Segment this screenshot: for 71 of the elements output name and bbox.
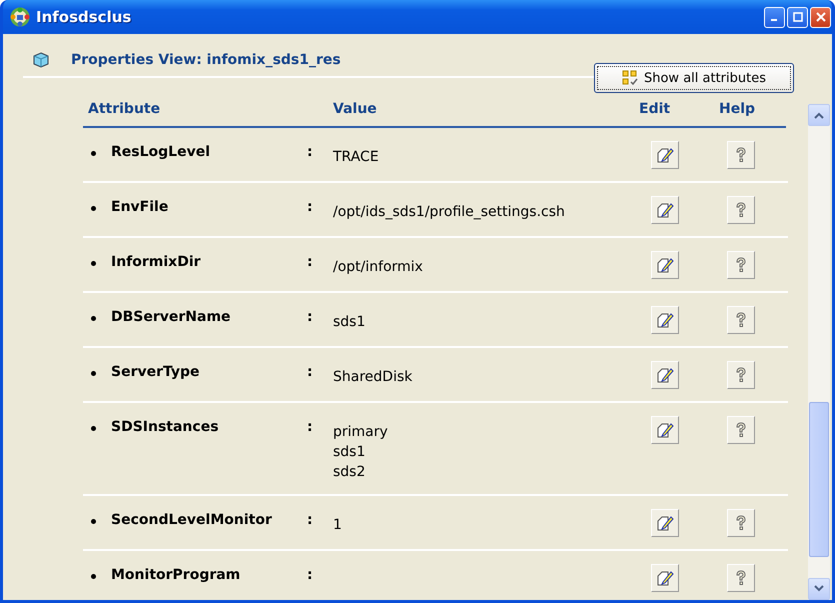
cube-icon: [33, 52, 49, 68]
edit-button[interactable]: [651, 416, 679, 444]
colon-separator: :: [307, 512, 314, 528]
column-header: Value: [333, 101, 378, 117]
show-all-attributes-button[interactable]: Show all attributes: [594, 63, 794, 93]
help-button[interactable]: [727, 416, 755, 444]
bullet-icon: [91, 151, 96, 156]
chevron-up-icon: [814, 111, 824, 119]
scroll-thumb[interactable]: [809, 402, 829, 558]
attribute-value: sds1: [333, 313, 366, 332]
edit-button[interactable]: [651, 306, 679, 334]
column-header: Help: [719, 101, 756, 117]
edit-button[interactable]: [651, 251, 679, 279]
bullet-icon: [91, 426, 96, 431]
help-button[interactable]: [727, 306, 755, 334]
help-button[interactable]: [727, 251, 755, 279]
minimize-icon: [770, 19, 776, 21]
colon-separator: :: [307, 254, 314, 270]
window-title: Infosdsclus: [36, 8, 132, 26]
scroll-up-button[interactable]: [808, 104, 830, 126]
attribute-name: InformixDir: [111, 254, 202, 270]
column-header: Edit: [639, 101, 672, 117]
attribute-name: ResLogLevel: [111, 144, 212, 160]
attribute-name: ServerType: [111, 364, 201, 380]
close-button[interactable]: [810, 6, 831, 28]
attribute-name: EnvFile: [111, 199, 170, 215]
edit-button[interactable]: [651, 361, 679, 389]
scroll-down-button[interactable]: [808, 578, 830, 600]
colon-separator: :: [307, 419, 314, 435]
edit-button[interactable]: [651, 564, 679, 592]
bullet-icon: [91, 316, 96, 321]
attribute-value: sds1: [333, 443, 366, 462]
colon-separator: :: [307, 364, 314, 380]
edit-button[interactable]: [651, 141, 679, 169]
grid-check-icon: [622, 70, 638, 86]
close-icon: [816, 12, 826, 22]
attribute-value: TRACE: [333, 148, 380, 167]
attribute-value: sds2: [333, 463, 366, 482]
attribute-name: SecondLevelMonitor: [111, 512, 273, 528]
chevron-down-icon: [814, 585, 824, 593]
attribute-value: /opt/informix: [333, 258, 424, 277]
bullet-icon: [91, 519, 96, 524]
maximize-button[interactable]: [787, 6, 808, 28]
minimize-button[interactable]: [764, 6, 785, 28]
help-button[interactable]: [727, 141, 755, 169]
attribute-name: DBServerName: [111, 309, 232, 325]
attribute-value: /opt/ids_sds1/profile_settings.csh: [333, 203, 566, 222]
maximize-icon: [792, 12, 802, 22]
colon-separator: :: [307, 567, 314, 583]
colon-separator: :: [307, 309, 314, 325]
attribute-name: SDSInstances: [111, 419, 220, 435]
help-button[interactable]: [727, 564, 755, 592]
help-button[interactable]: [727, 361, 755, 389]
colon-separator: :: [307, 199, 314, 215]
attribute-name: MonitorProgram: [111, 567, 242, 583]
view-title: Properties View: infomix_sds1_res: [71, 52, 341, 68]
colon-separator: :: [307, 144, 314, 160]
bullet-icon: [91, 574, 96, 579]
help-button[interactable]: [727, 509, 755, 537]
edit-button[interactable]: [651, 509, 679, 537]
attribute-value: 1: [333, 516, 343, 535]
scrollbar[interactable]: [808, 104, 830, 600]
column-header: Attribute: [87, 101, 162, 117]
attribute-value: SharedDisk: [333, 368, 414, 387]
edit-button[interactable]: [651, 196, 679, 224]
bullet-icon: [91, 261, 96, 266]
help-button[interactable]: [727, 196, 755, 224]
bullet-icon: [91, 206, 96, 211]
attribute-value: primary: [333, 423, 389, 442]
bullet-icon: [91, 371, 96, 376]
app-icon: [10, 7, 30, 27]
